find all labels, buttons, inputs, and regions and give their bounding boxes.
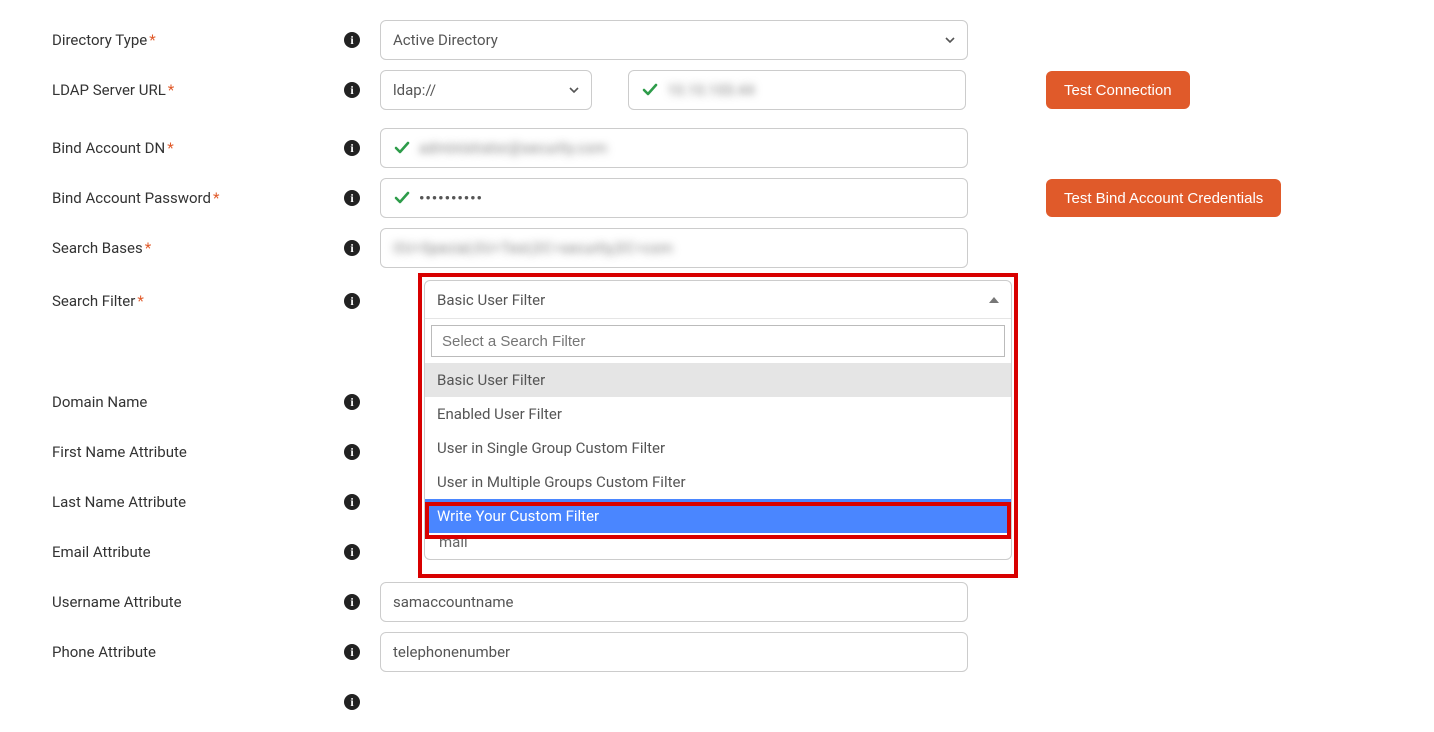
required-marker: * bbox=[145, 239, 151, 257]
username-attr-input[interactable]: samaccountname bbox=[380, 582, 968, 622]
select-value: ldap:// bbox=[393, 81, 436, 99]
row-username-attr: Username Attribute i samaccountname bbox=[0, 582, 1434, 622]
label-text: Phone Attribute bbox=[52, 643, 156, 661]
input-value: samaccountname bbox=[393, 593, 513, 611]
row-bind-dn: Bind Account DN* i administrator@securit… bbox=[0, 128, 1434, 168]
test-connection-button[interactable]: Test Connection bbox=[1046, 71, 1190, 109]
label-text: Email Attribute bbox=[52, 543, 151, 561]
label-text: Last Name Attribute bbox=[52, 493, 186, 511]
info-icon[interactable]: i bbox=[344, 644, 360, 660]
dropdown-option[interactable]: User in Single Group Custom Filter bbox=[425, 431, 1011, 465]
label-text: Username Attribute bbox=[52, 593, 182, 611]
label-text: Search Filter bbox=[52, 292, 135, 310]
info-icon[interactable]: i bbox=[344, 293, 360, 309]
label-phone-attr: Phone Attribute bbox=[0, 643, 320, 661]
input-value: administrator@security.com bbox=[419, 139, 607, 157]
label-directory-type: Directory Type* bbox=[0, 31, 320, 49]
label-text: Search Bases bbox=[52, 239, 143, 257]
check-icon bbox=[641, 81, 659, 99]
row-search-bases: Search Bases* i OU=Special,OU=Test,DC=se… bbox=[0, 228, 1434, 268]
input-value: OU=Special,OU=Test,DC=security,DC=com bbox=[393, 239, 673, 257]
label-search-filter: Search Filter* bbox=[0, 292, 320, 310]
required-marker: * bbox=[168, 81, 174, 99]
bind-dn-input[interactable]: administrator@security.com bbox=[380, 128, 968, 168]
ldap-config-form: Directory Type* i Active Directory LDAP … bbox=[0, 0, 1434, 722]
row-phone-attr: Phone Attribute i telephonenumber bbox=[0, 632, 1434, 672]
info-icon[interactable]: i bbox=[344, 32, 360, 48]
bind-pw-input[interactable]: •••••••••• bbox=[380, 178, 968, 218]
dropdown-option[interactable]: Enabled User Filter bbox=[425, 397, 1011, 431]
info-icon[interactable]: i bbox=[344, 594, 360, 610]
dropdown-selected-text: Basic User Filter bbox=[437, 291, 545, 309]
row-bind-pw: Bind Account Password* i •••••••••• Test… bbox=[0, 178, 1434, 218]
info-icon[interactable]: i bbox=[344, 240, 360, 256]
search-filter-dropdown[interactable]: Basic User Filter Basic User Filter Enab… bbox=[424, 280, 1012, 560]
row-ldap-url: LDAP Server URL* i ldap:// 10.10.100.44 … bbox=[0, 70, 1434, 110]
dropdown-selected[interactable]: Basic User Filter bbox=[425, 281, 1011, 319]
dropdown-tail-text: mail bbox=[425, 533, 1011, 559]
directory-type-select[interactable]: Active Directory bbox=[380, 20, 968, 60]
label-bind-dn: Bind Account DN* bbox=[0, 139, 320, 157]
dropdown-option[interactable]: Write Your Custom Filter bbox=[425, 499, 1011, 533]
ldap-host-input[interactable]: 10.10.100.44 bbox=[628, 70, 966, 110]
select-value: Active Directory bbox=[393, 31, 498, 49]
dropdown-option[interactable]: Basic User Filter bbox=[425, 363, 1011, 397]
label-text: LDAP Server URL bbox=[52, 81, 166, 99]
input-value: •••••••••• bbox=[419, 189, 483, 207]
info-icon[interactable]: i bbox=[344, 444, 360, 460]
label-ldap-url: LDAP Server URL* bbox=[0, 81, 320, 99]
label-text: Domain Name bbox=[52, 393, 147, 411]
row-directory-type: Directory Type* i Active Directory bbox=[0, 20, 1434, 60]
info-icon[interactable]: i bbox=[344, 82, 360, 98]
dropdown-search-wrap bbox=[425, 319, 1011, 363]
label-text: First Name Attribute bbox=[52, 443, 187, 461]
check-icon bbox=[393, 189, 411, 207]
label-email-attr: Email Attribute bbox=[0, 543, 320, 561]
label-bind-pw: Bind Account Password* bbox=[0, 189, 320, 207]
dropdown-search-input[interactable] bbox=[431, 325, 1005, 357]
search-bases-input[interactable]: OU=Special,OU=Test,DC=security,DC=com bbox=[380, 228, 968, 268]
label-text: Directory Type bbox=[52, 31, 147, 49]
triangle-up-icon bbox=[989, 297, 999, 303]
label-last-name-attr: Last Name Attribute bbox=[0, 493, 320, 511]
info-icon[interactable]: i bbox=[344, 694, 360, 710]
label-text: Bind Account Password bbox=[52, 189, 211, 207]
label-text: Bind Account DN bbox=[52, 139, 165, 157]
ldap-protocol-select[interactable]: ldap:// bbox=[380, 70, 592, 110]
info-icon[interactable]: i bbox=[344, 140, 360, 156]
phone-attr-input[interactable]: telephonenumber bbox=[380, 632, 968, 672]
info-icon[interactable]: i bbox=[344, 394, 360, 410]
check-icon bbox=[393, 139, 411, 157]
info-icon[interactable]: i bbox=[344, 544, 360, 560]
label-domain-name: Domain Name bbox=[0, 393, 320, 411]
info-icon[interactable]: i bbox=[344, 494, 360, 510]
row-next-partially-visible: i bbox=[0, 682, 1434, 722]
test-bind-button[interactable]: Test Bind Account Credentials bbox=[1046, 179, 1281, 217]
dropdown-option[interactable]: User in Multiple Groups Custom Filter bbox=[425, 465, 1011, 499]
required-marker: * bbox=[167, 139, 173, 157]
input-value: telephonenumber bbox=[393, 643, 510, 661]
label-search-bases: Search Bases* bbox=[0, 239, 320, 257]
info-icon[interactable]: i bbox=[344, 190, 360, 206]
required-marker: * bbox=[213, 189, 219, 207]
label-first-name-attr: First Name Attribute bbox=[0, 443, 320, 461]
required-marker: * bbox=[137, 292, 143, 310]
label-username-attr: Username Attribute bbox=[0, 593, 320, 611]
required-marker: * bbox=[149, 31, 155, 49]
input-value: 10.10.100.44 bbox=[667, 81, 755, 99]
